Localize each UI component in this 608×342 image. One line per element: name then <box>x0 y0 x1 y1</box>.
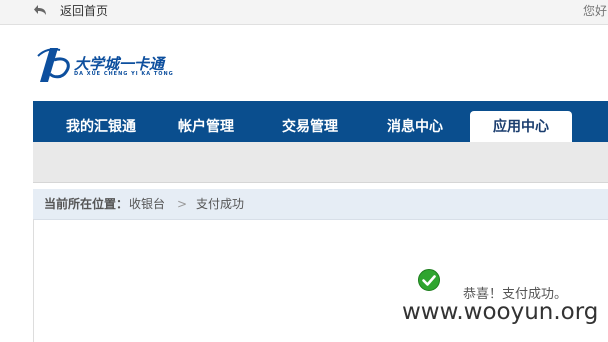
sub-nav-bar <box>33 142 608 183</box>
nav-item-account[interactable]: 帐户管理 <box>161 111 251 143</box>
breadcrumb-label: 当前所在位置： <box>44 197 129 211</box>
nav-item-my-huiyintong[interactable]: 我的汇银通 <box>51 111 151 143</box>
breadcrumb: 当前所在位置： 收银台 > 支付成功 <box>33 189 608 220</box>
nav-item-messages[interactable]: 消息中心 <box>370 111 460 143</box>
check-circle-icon <box>418 269 440 291</box>
nav-item-transactions[interactable]: 交易管理 <box>265 111 355 143</box>
top-bar: 返回首页 您好 <box>0 0 608 25</box>
nav-item-apps[interactable]: 应用中心 <box>470 111 572 143</box>
watermark: www.wooyun.org <box>402 299 599 325</box>
greeting-text: 您好 <box>583 4 608 18</box>
breadcrumb-separator: > <box>177 197 188 211</box>
breadcrumb-item-cashier[interactable]: 收银台 <box>129 189 165 219</box>
content-border <box>33 219 34 342</box>
logo-subtext: DA XUE CHENG YI KA TONG <box>74 71 174 77</box>
breadcrumb-item-payment-success: 支付成功 <box>196 197 245 211</box>
logo[interactable]: 大学城一卡通 DA XUE CHENG YI KA TONG <box>36 42 173 86</box>
logo-mark-icon <box>37 48 70 82</box>
back-arrow-icon[interactable] <box>34 5 48 17</box>
main-nav: 我的汇银通 帐户管理 交易管理 消息中心 应用中心 <box>33 101 608 143</box>
back-home-link[interactable]: 返回首页 <box>60 4 108 19</box>
